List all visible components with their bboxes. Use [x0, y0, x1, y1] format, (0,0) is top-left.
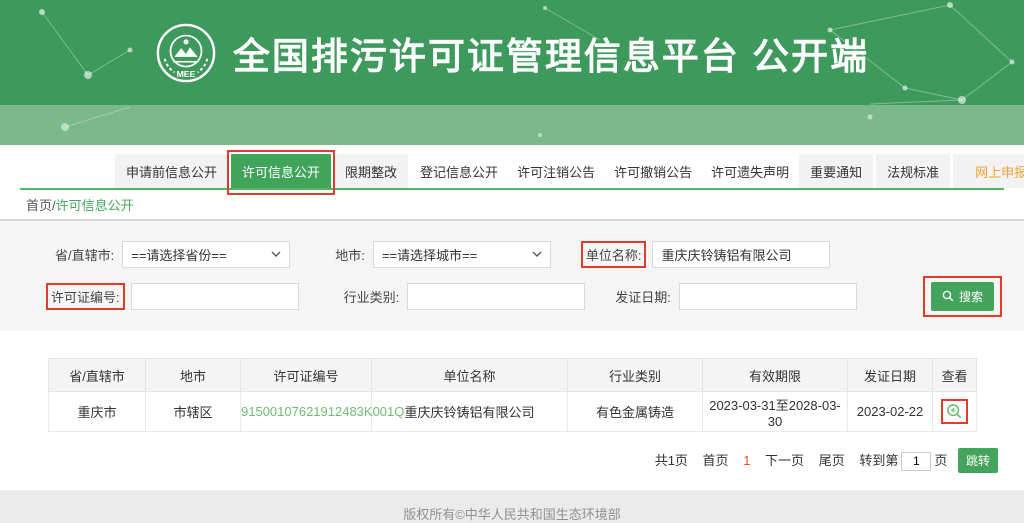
tab-pre-application-disclosure[interactable]: 申请前信息公开 [115, 154, 228, 188]
goto-page-input[interactable] [901, 452, 931, 471]
cell-issue-date: 2023-02-22 [848, 392, 933, 432]
goto-prefix: 转到第 [859, 453, 898, 468]
view-detail-button[interactable] [945, 402, 964, 421]
first-page-link[interactable]: 首页 [703, 453, 729, 468]
issue-date-label: 发证日期: [615, 287, 671, 306]
permits-table: 省/直辖市 地市 许可证编号 单位名称 行业类别 有效期限 发证日期 查看 重庆… [48, 358, 977, 432]
col-header-validity: 有效期限 [703, 359, 848, 392]
site-title: 全国排污许可证管理信息平台 公开端 [233, 26, 869, 80]
mee-logo: MEE [155, 22, 217, 84]
city-select-value: ==请选择城市== [382, 245, 477, 264]
industry-input[interactable] [407, 283, 585, 310]
header-content: MEE 全国排污许可证管理信息平台 公开端 [0, 0, 1024, 105]
breadcrumb: 首页/许可信息公开 [0, 190, 1024, 221]
header-subband [0, 105, 1024, 145]
company-name-label: 单位名称: [581, 241, 647, 268]
copyright-text: 版权所有©中华人民共和国生态环境部 [403, 507, 621, 522]
issue-date-input[interactable] [679, 283, 857, 310]
mee-logo-text: MEE [176, 69, 195, 79]
cell-province: 重庆市 [49, 392, 146, 432]
tab-permit-cancellation-notice[interactable]: 许可注销公告 [508, 154, 604, 188]
company-name-input[interactable] [652, 241, 830, 268]
industry-label: 行业类别: [344, 287, 400, 306]
search-button[interactable]: 搜索 [931, 282, 994, 311]
chevron-down-icon [271, 251, 281, 257]
city-label: 地市: [335, 245, 365, 264]
col-header-view: 查看 [933, 359, 977, 392]
col-header-industry: 行业类别 [568, 359, 703, 392]
page: MEE 全国排污许可证管理信息平台 公开端 申请前信息公开 许可信息公开 限期整… [0, 0, 1024, 523]
col-header-company: 单位名称 [372, 359, 568, 392]
table-header-row: 省/直辖市 地市 许可证编号 单位名称 行业类别 有效期限 发证日期 查看 [49, 359, 977, 392]
goto-suffix: 页 [934, 453, 947, 468]
tab-rectification-deadline[interactable]: 限期整改 [334, 154, 408, 188]
cell-industry: 有色金属铸造 [568, 392, 703, 432]
permit-number-input[interactable] [131, 283, 299, 310]
search-button-label: 搜索 [959, 288, 983, 305]
province-select-value: ==请选择省份== [131, 245, 226, 264]
col-header-province: 省/直辖市 [49, 359, 146, 392]
search-icon [942, 290, 954, 302]
current-page-number: 1 [743, 453, 750, 468]
footer: 版权所有©中华人民共和国生态环境部 [0, 490, 1024, 523]
col-header-city: 地市 [146, 359, 241, 392]
search-filter-panel: 省/直辖市: ==请选择省份== 地市: ==请选择城市== 单位名称: 许可证… [0, 221, 1024, 331]
province-select[interactable]: ==请选择省份== [122, 241, 290, 268]
cell-city: 市辖区 [146, 392, 241, 432]
magnifier-icon [945, 402, 964, 421]
breadcrumb-current: 许可信息公开 [56, 198, 134, 213]
tab-permit-info-disclosure[interactable]: 许可信息公开 [231, 154, 331, 188]
goto-button[interactable]: 跳转 [958, 448, 998, 473]
header-banner: MEE 全国排污许可证管理信息平台 公开端 [0, 0, 1024, 105]
tab-permit-info-label: 许可信息公开 [242, 165, 320, 180]
pagination: 共1页 首页 1 下一页 尾页 转到第 页 跳转 [0, 448, 998, 473]
permit-number-link[interactable]: 91500107621912483K001Q [241, 404, 404, 419]
col-header-issue-date: 发证日期 [848, 359, 933, 392]
col-header-permit-no: 许可证编号 [241, 359, 372, 392]
cell-validity: 2023-03-31至2028-03-30 [703, 392, 848, 432]
table-row: 重庆市 市辖区 91500107621912483K001Q 重庆庆铃铸铝有限公… [49, 392, 977, 432]
results-section: 省/直辖市 地市 许可证编号 单位名称 行业类别 有效期限 发证日期 查看 重庆… [0, 331, 1024, 473]
tab-permit-revocation-notice[interactable]: 许可撤销公告 [605, 154, 701, 188]
tab-registration-disclosure[interactable]: 登记信息公开 [411, 154, 507, 188]
chevron-down-icon [532, 251, 542, 257]
last-page-link[interactable]: 尾页 [819, 453, 845, 468]
province-label: 省/直辖市: [55, 245, 114, 264]
issue-date-field[interactable] [688, 284, 864, 309]
page-total: 共1页 [655, 453, 688, 468]
breadcrumb-home[interactable]: 首页 [26, 198, 52, 213]
tab-online-reporting[interactable]: 网上申报 [953, 154, 1024, 188]
annotation-box-search: 搜索 [923, 276, 1002, 317]
tab-permit-loss-statement[interactable]: 许可遗失声明 [702, 154, 798, 188]
permit-number-label: 许可证编号: [46, 283, 125, 310]
next-page-link[interactable]: 下一页 [765, 453, 804, 468]
tab-important-notices[interactable]: 重要通知 [799, 154, 873, 188]
tab-strip: 申请前信息公开 许可信息公开 限期整改 登记信息公开 许可注销公告 许可撤销公告… [20, 154, 1004, 188]
main-nav: 申请前信息公开 许可信息公开 限期整改 登记信息公开 许可注销公告 许可撤销公告… [0, 145, 1024, 190]
tab-laws-standards[interactable]: 法规标准 [876, 154, 950, 188]
city-select[interactable]: ==请选择城市== [373, 241, 551, 268]
annotation-box-view [941, 399, 968, 424]
